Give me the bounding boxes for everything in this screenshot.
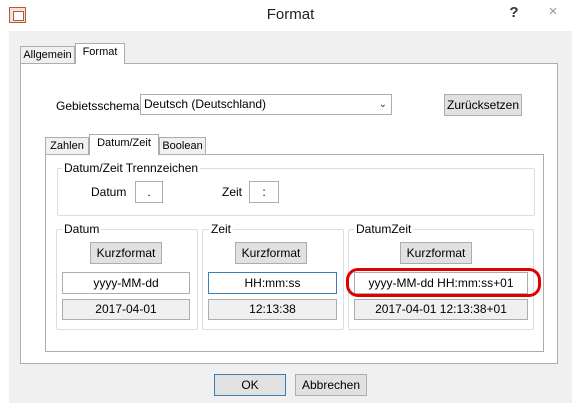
time-format-field[interactable]: HH:mm:ss — [208, 272, 337, 294]
window-title: Format — [266, 6, 315, 23]
tab-datum-zeit[interactable]: Datum/Zeit — [89, 134, 159, 155]
locale-label: Gebietsschema — [56, 99, 140, 113]
cancel-button[interactable]: Abbrechen — [295, 374, 367, 396]
time-preview: 12:13:38 — [208, 299, 337, 320]
ok-button[interactable]: OK — [214, 374, 286, 396]
reset-button[interactable]: Zurücksetzen — [444, 94, 522, 116]
date-short-format-button[interactable]: Kurzformat — [90, 242, 162, 264]
time-separator-label: Zeit — [222, 185, 243, 199]
date-group-title: Datum — [62, 222, 102, 236]
separators-group-title: Datum/Zeit Trennzeichen — [62, 161, 201, 175]
chevron-down-icon: ⌄ — [378, 99, 387, 110]
time-separator-field[interactable]: : — [249, 181, 279, 203]
time-group-title: Zeit — [209, 222, 234, 236]
date-format-field[interactable]: yyyy-MM-dd — [62, 272, 190, 294]
date-preview: 2017-04-01 — [62, 299, 190, 320]
locale-select-value: Deutsch (Deutschland) — [144, 97, 267, 111]
date-separator-field[interactable]: . — [135, 181, 163, 203]
locale-select[interactable]: Deutsch (Deutschland) ⌄ — [140, 94, 392, 115]
tab-format[interactable]: Format — [75, 43, 125, 64]
close-icon[interactable]: × — [530, 1, 576, 23]
time-short-format-button[interactable]: Kurzformat — [235, 242, 307, 264]
datetime-group-title: DatumZeit — [354, 222, 414, 236]
date-separator-label: Datum — [91, 185, 127, 199]
datetime-short-format-button[interactable]: Kurzformat — [400, 242, 472, 264]
separators-group — [57, 168, 535, 216]
highlight-annotation — [346, 268, 541, 297]
help-icon[interactable]: ? — [507, 4, 521, 22]
datetime-preview: 2017-04-01 12:13:38+01 — [354, 299, 528, 320]
